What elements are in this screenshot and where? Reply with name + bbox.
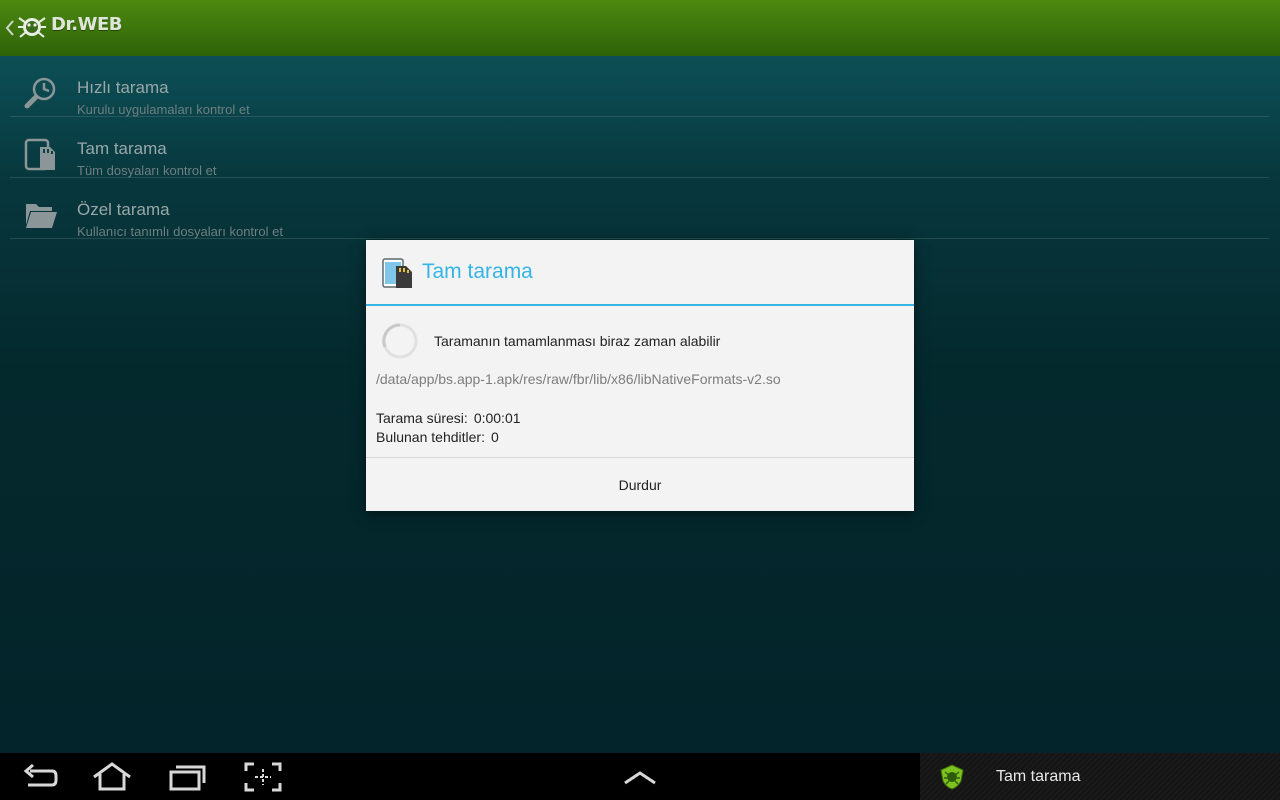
threats-found: Bulunan tehditler: 0 <box>376 429 499 445</box>
scan-option-title: Hızlı tarama <box>77 78 169 97</box>
action-bar: Dr.WEB <box>0 0 1280 56</box>
phone-sdcard-icon <box>382 258 412 288</box>
folder-icon <box>26 204 57 228</box>
stop-button[interactable]: Durdur <box>366 458 914 511</box>
threats-found-label: Bulunan tehditler: <box>376 429 485 445</box>
progress-spinner-icon <box>382 323 418 359</box>
scan-option-title: Özel tarama <box>77 200 170 219</box>
recent-apps-icon[interactable] <box>168 761 208 793</box>
scan-message: Taramanın tamamlanması biraz zaman alabi… <box>434 333 721 349</box>
scan-duration-value: 0:00:01 <box>473 410 521 426</box>
threats-found-value: 0 <box>490 429 499 445</box>
back-icon[interactable] <box>20 761 60 793</box>
scan-option-full[interactable]: Tam tarama Tüm dosyaları kontrol et <box>10 117 1269 178</box>
scan-options-list: Hızlı tarama Kurulu uygulamaları kontrol… <box>10 56 1269 239</box>
screenshot-icon[interactable] <box>243 761 283 793</box>
clock-magnifier-icon <box>24 77 56 109</box>
phone-sdcard-icon <box>24 138 55 171</box>
scan-duration: Tarama süresi: 0:00:01 <box>376 410 521 426</box>
notification-text: Tam tarama <box>996 768 1081 785</box>
current-file-path: /data/app/bs.app-1.apk/res/raw/fbr/lib/x… <box>376 371 781 387</box>
scan-option-title: Tam tarama <box>77 139 167 158</box>
dialog-header: Tam tarama <box>366 240 914 306</box>
scan-option-subtitle: Tüm dosyaları kontrol et <box>77 163 217 178</box>
up-caret-icon[interactable] <box>4 16 16 40</box>
app-logo-text: Dr.WEB <box>51 14 122 35</box>
scan-duration-label: Tarama süresi: <box>376 410 468 426</box>
home-icon[interactable] <box>92 761 132 793</box>
scan-option-quick[interactable]: Hızlı tarama Kurulu uygulamaları kontrol… <box>10 56 1269 117</box>
chevron-up-icon[interactable] <box>620 761 660 793</box>
scan-option-subtitle: Kurulu uygulamaları kontrol et <box>77 102 250 117</box>
scan-option-custom[interactable]: Özel tarama Kullanıcı tanımlı dosyaları … <box>10 178 1269 239</box>
dialog-title: Tam tarama <box>422 260 533 283</box>
full-scan-dialog: Tam tarama Taramanın tamamlanması biraz … <box>366 240 914 511</box>
scan-notification[interactable]: Tam tarama <box>920 753 1280 800</box>
scan-option-subtitle: Kullanıcı tanımlı dosyaları kontrol et <box>77 224 283 239</box>
drweb-shield-icon <box>940 764 964 790</box>
drweb-spider-icon[interactable] <box>16 12 48 42</box>
